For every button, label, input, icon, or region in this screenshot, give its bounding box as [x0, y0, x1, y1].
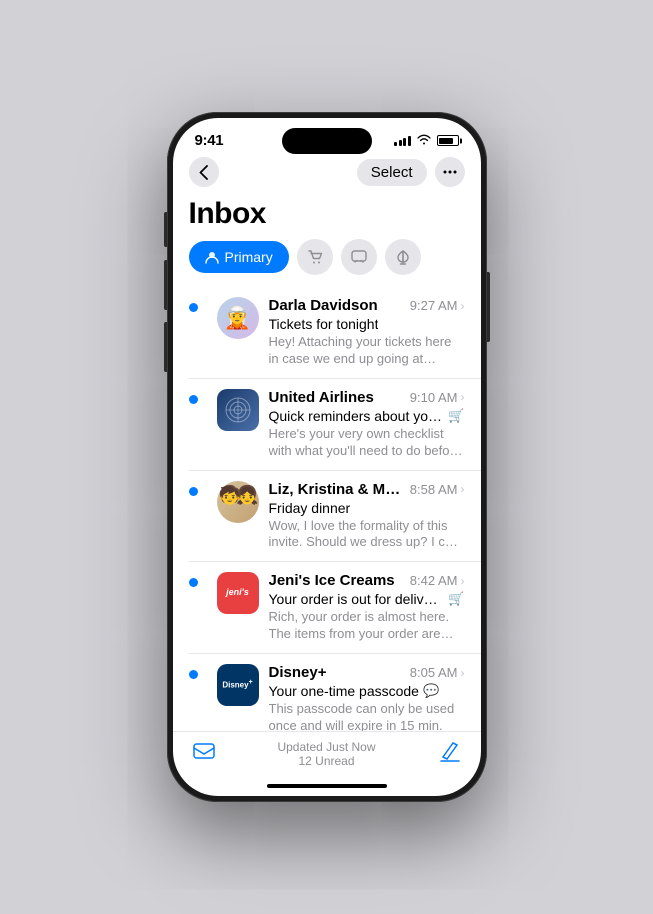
sender-name: United Airlines: [269, 389, 406, 406]
vol-down-button[interactable]: [164, 322, 167, 372]
unread-dot: [189, 487, 198, 496]
email-subject: Tickets for tonight: [269, 316, 379, 332]
status-icons: [394, 133, 459, 148]
email-subject: Your one-time passcode: [269, 683, 419, 699]
sender-name: Jeni's Ice Creams: [269, 572, 406, 589]
email-time: 9:10 AM ›: [410, 390, 465, 405]
tab-primary[interactable]: Primary: [189, 241, 289, 273]
sender-name: Disney+: [269, 664, 406, 681]
email-content-liz: Liz, Kristina & Melody 8:58 AM › Friday …: [269, 481, 465, 552]
email-content-jenis: Jeni's Ice Creams 8:42 AM › Your order i…: [269, 572, 465, 643]
email-subject: Your order is out for delivery!: [269, 591, 445, 607]
email-preview: Rich, your order is almost here. The ite…: [269, 609, 465, 643]
select-button[interactable]: Select: [357, 159, 427, 186]
avatar-liz: 🧒 👧: [217, 481, 259, 523]
email-time: 8:05 AM ›: [410, 665, 465, 680]
avatar-darla: 🧝: [217, 297, 259, 339]
compose-button[interactable]: [439, 741, 461, 768]
unread-dot: [189, 303, 198, 312]
email-item-disney[interactable]: Disney+ Disney+ 8:05 AM › Your one-time …: [189, 654, 481, 731]
power-button[interactable]: [487, 272, 490, 342]
unread-indicator: [189, 389, 217, 460]
shopping-tag-icon-2: 🛒: [448, 591, 464, 607]
category-tabs: Primary: [173, 239, 481, 287]
tab-primary-label: Primary: [225, 249, 273, 265]
email-preview: This passcode can only be used once and …: [269, 701, 465, 731]
dynamic-island: [282, 128, 372, 154]
email-time: 8:42 AM ›: [410, 573, 465, 588]
tab-social[interactable]: [341, 239, 377, 275]
email-item-darla[interactable]: 🧝 Darla Davidson 9:27 AM › Tickets for t…: [189, 287, 481, 379]
nav-right-controls: Select: [357, 157, 465, 187]
email-item-jenis[interactable]: jeni's Jeni's Ice Creams 8:42 AM › Your …: [189, 562, 481, 654]
bottom-status: Updated Just Now 12 Unread: [215, 740, 439, 768]
chevron-right-icon: ›: [461, 574, 465, 588]
email-item-united[interactable]: United Airlines 9:10 AM › Quick reminder…: [189, 379, 481, 471]
email-subject: Quick reminders about your upcoming…: [269, 408, 445, 424]
email-preview: Hey! Attaching your tickets here in case…: [269, 334, 465, 368]
page-title: Inbox: [173, 195, 481, 239]
chevron-right-icon: ›: [461, 390, 465, 404]
unread-indicator: [189, 481, 217, 552]
chevron-right-icon: ›: [461, 299, 465, 313]
signal-icon: [394, 136, 411, 146]
updated-text: Updated Just Now: [215, 740, 439, 754]
shopping-tag-icon: 🛒: [448, 408, 464, 424]
avatar-jenis: jeni's: [217, 572, 259, 614]
home-indicator: [267, 784, 387, 788]
unread-indicator: [189, 297, 217, 368]
email-preview: Here's your very own checklist with what…: [269, 426, 465, 460]
tab-updates[interactable]: [385, 239, 421, 275]
email-content-united: United Airlines 9:10 AM › Quick reminder…: [269, 389, 465, 460]
avatar-disney: Disney+: [217, 664, 259, 706]
email-content-darla: Darla Davidson 9:27 AM › Tickets for ton…: [269, 297, 465, 368]
status-time: 9:41: [195, 132, 224, 149]
bottom-bar: Updated Just Now 12 Unread: [173, 731, 481, 780]
wifi-icon: [417, 133, 431, 148]
phone-frame: 9:41: [167, 112, 487, 802]
sender-name: Liz, Kristina & Melody: [269, 481, 406, 498]
battery-icon: [437, 135, 459, 146]
chevron-right-icon: ›: [461, 482, 465, 496]
unread-count-text: 12 Unread: [215, 754, 439, 768]
tab-shopping[interactable]: [297, 239, 333, 275]
chevron-right-icon: ›: [461, 666, 465, 680]
more-button[interactable]: [435, 157, 465, 187]
email-time: 8:58 AM ›: [410, 482, 465, 497]
social-tag-icon: 💬: [423, 683, 439, 699]
compose-filter-button[interactable]: [193, 743, 215, 766]
vol-up-button[interactable]: [164, 260, 167, 310]
email-content-disney: Disney+ 8:05 AM › Your one-time passcode…: [269, 664, 465, 731]
unread-dot: [189, 395, 198, 404]
navigation-bar: Select: [173, 153, 481, 195]
avatar-united: [217, 389, 259, 431]
email-list: 🧝 Darla Davidson 9:27 AM › Tickets for t…: [173, 287, 481, 731]
email-subject: Friday dinner: [269, 500, 351, 516]
back-button[interactable]: [189, 157, 219, 187]
email-item-liz[interactable]: 🧒 👧 Liz, Kristina & Melody 8:58 AM › Fri…: [189, 471, 481, 563]
email-time: 9:27 AM ›: [410, 298, 465, 313]
unread-dot: [189, 578, 198, 587]
unread-indicator: [189, 664, 217, 731]
email-preview: Wow, I love the formality of this invite…: [269, 518, 465, 552]
sender-name: Darla Davidson: [269, 297, 406, 314]
unread-indicator: [189, 572, 217, 643]
unread-dot: [189, 670, 198, 679]
phone-screen: 9:41: [173, 118, 481, 796]
